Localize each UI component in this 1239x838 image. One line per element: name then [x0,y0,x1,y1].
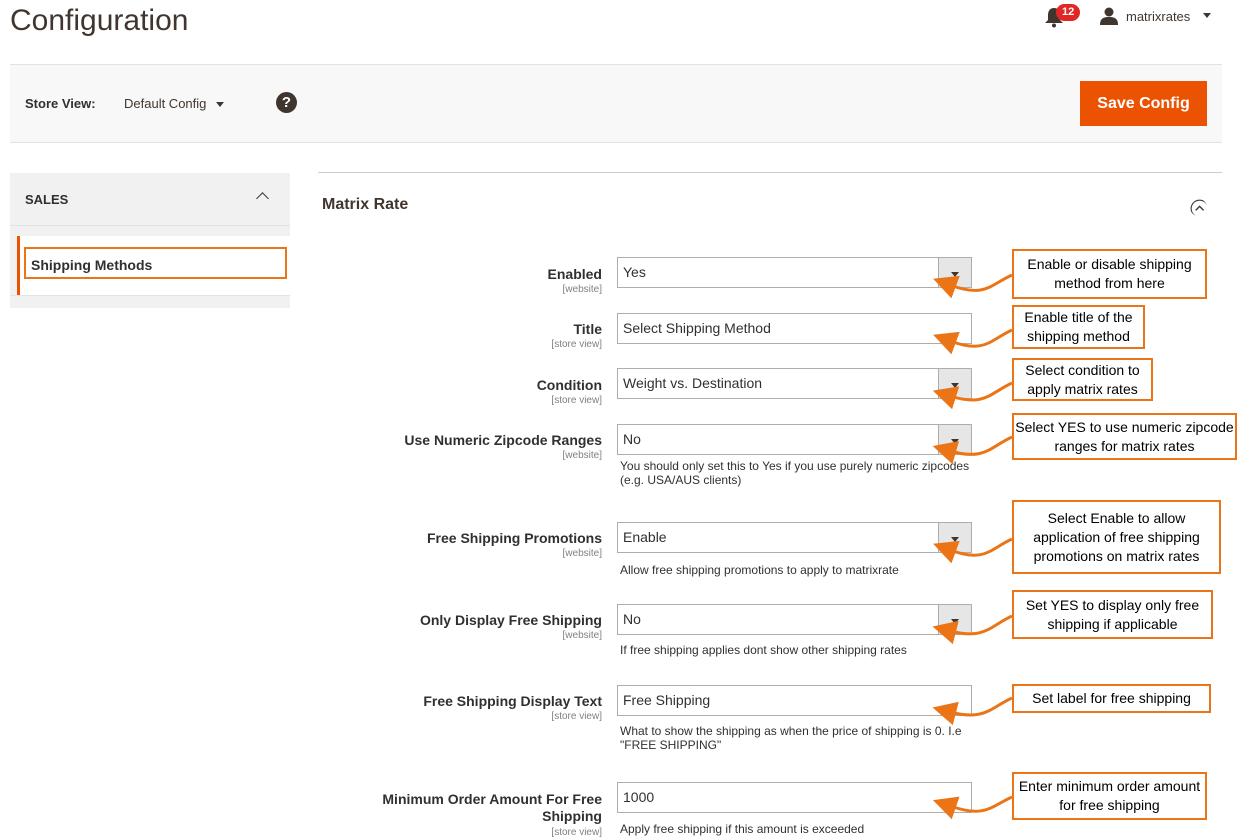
arrow [932,614,1013,645]
callout-arrows [932,273,1013,820]
arrow [933,273,1013,299]
arrow [932,435,1013,465]
arrow [933,537,1013,564]
arrow [932,795,1013,820]
arrow [933,328,1013,355]
arrow [932,696,1013,726]
arrow [932,381,1013,410]
